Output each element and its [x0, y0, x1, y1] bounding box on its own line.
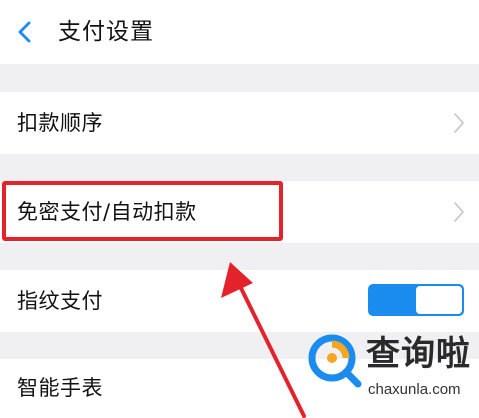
- magnifier-logo-icon: [308, 334, 362, 388]
- chevron-right-icon: [454, 202, 464, 222]
- toggle-knob: [416, 286, 462, 314]
- top-bar: 支付设置: [0, 0, 479, 64]
- payment-settings-page: 支付设置 扣款顺序 免密支付/自动扣款 指纹支付 智能手表 查询啦 chaxun…: [0, 0, 479, 418]
- chevron-left-icon[interactable]: [14, 20, 36, 44]
- list-item-label: 扣款顺序: [17, 111, 103, 135]
- watermark-text: 查询啦: [366, 334, 471, 374]
- list-item-fingerprint-payment: 指纹支付: [0, 270, 479, 332]
- fingerprint-toggle[interactable]: [368, 284, 464, 316]
- list-item-deduction-order[interactable]: 扣款顺序: [0, 92, 479, 154]
- watermark: 查询啦 chaxunla.com: [300, 330, 479, 418]
- chevron-right-icon: [454, 113, 464, 133]
- highlight-box: [2, 181, 283, 241]
- page-title: 支付设置: [58, 19, 154, 45]
- list-item-label: 智能手表: [17, 376, 103, 400]
- list-item-label: 指纹支付: [17, 289, 103, 313]
- watermark-url: chaxunla.com: [368, 381, 461, 398]
